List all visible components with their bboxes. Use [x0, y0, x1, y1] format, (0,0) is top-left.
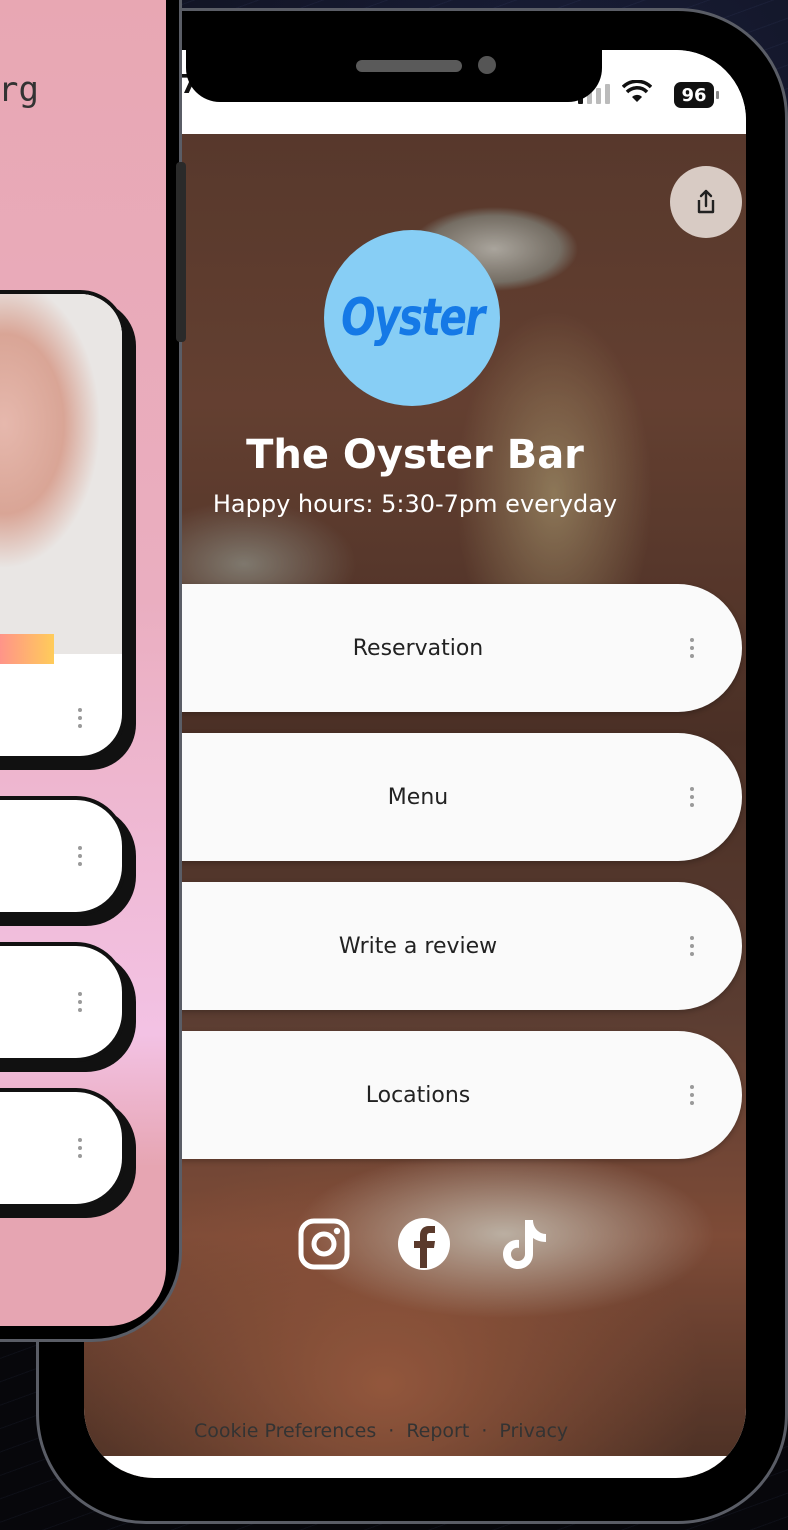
- link-label: Write a review: [338, 933, 498, 959]
- privacy-link[interactable]: Privacy: [499, 1420, 568, 1442]
- side-button: [176, 162, 186, 342]
- footer-links: Cookie Preferences · Report · Privacy: [194, 1420, 568, 1442]
- link-label: Locations: [365, 1082, 471, 1108]
- more-options-icon[interactable]: [690, 787, 694, 807]
- link-card[interactable]: [0, 1088, 126, 1208]
- logo-text: Oyster: [340, 288, 485, 348]
- more-options-icon[interactable]: [690, 936, 694, 956]
- cookie-preferences-link[interactable]: Cookie Preferences: [194, 1420, 376, 1442]
- more-options-icon[interactable]: [78, 992, 82, 1012]
- link-button-write-review[interactable]: Write a review: [84, 882, 742, 1010]
- featured-link-card[interactable]: [0, 290, 126, 760]
- more-options-icon[interactable]: [78, 1138, 82, 1158]
- link-button-locations[interactable]: Locations: [84, 1031, 742, 1159]
- link-card[interactable]: [0, 942, 126, 1062]
- more-options-icon[interactable]: [690, 1085, 694, 1105]
- share-button[interactable]: [670, 166, 742, 238]
- profile-tagline: Happy hours: 5:30-7pm everyday: [212, 490, 618, 518]
- link-card[interactable]: [0, 796, 126, 916]
- card-image: [0, 294, 122, 654]
- bottom-bar: [84, 1456, 746, 1478]
- footer-separator: ·: [481, 1420, 488, 1442]
- phone-screen-secondary: rg: [0, 0, 166, 1326]
- instagram-icon[interactable]: [296, 1216, 352, 1272]
- wifi-icon: [621, 78, 653, 111]
- link-button-menu[interactable]: Menu: [84, 733, 742, 861]
- more-options-icon[interactable]: [690, 638, 694, 658]
- report-link[interactable]: Report: [406, 1420, 469, 1442]
- battery-icon: 96: [674, 82, 719, 108]
- card-image-accent: [0, 634, 54, 664]
- front-camera: [478, 56, 496, 74]
- link-button-reservation[interactable]: Reservation: [84, 584, 742, 712]
- social-links: [296, 1216, 552, 1272]
- partial-heading: rg: [0, 70, 39, 110]
- phone-notch: [186, 40, 602, 102]
- facebook-icon[interactable]: [396, 1216, 452, 1272]
- link-label: Reservation: [352, 635, 484, 661]
- more-options-icon[interactable]: [78, 708, 82, 728]
- share-icon: [697, 189, 715, 214]
- link-label: Menu: [387, 784, 449, 810]
- tiktok-icon[interactable]: [496, 1216, 552, 1272]
- profile-avatar: Oyster: [324, 230, 500, 406]
- more-options-icon[interactable]: [78, 846, 82, 866]
- footer-separator: ·: [388, 1420, 395, 1442]
- speaker-grill: [356, 60, 462, 72]
- profile-name: The Oyster Bar: [246, 432, 584, 478]
